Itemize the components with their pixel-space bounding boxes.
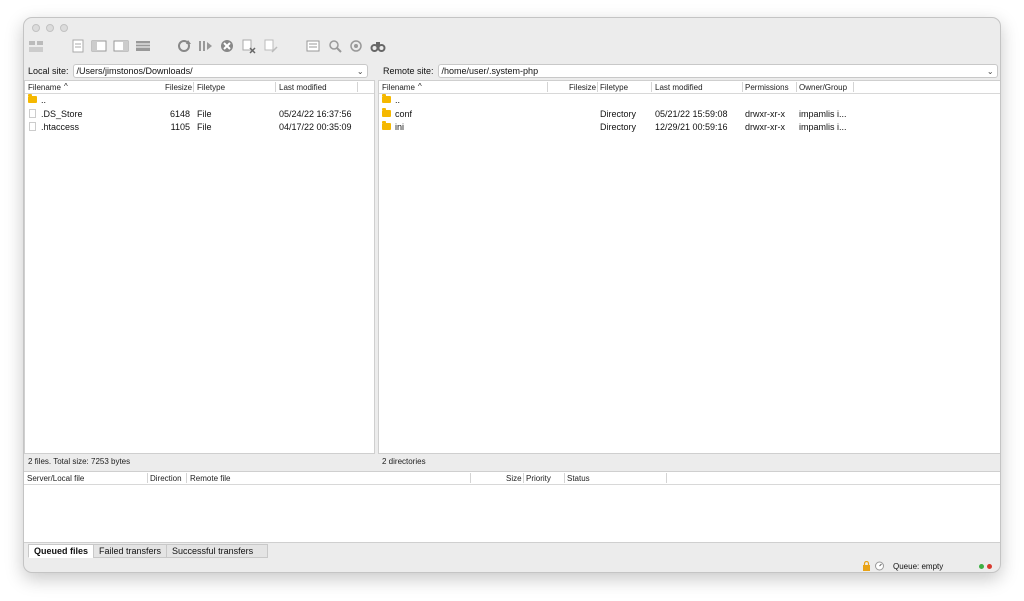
file-type: File	[197, 122, 212, 132]
col-last-modified[interactable]: Last modified	[279, 83, 327, 92]
process-queue-icon[interactable]	[197, 38, 213, 54]
col-server-local-file[interactable]: Server/Local file	[27, 474, 84, 483]
col-permissions[interactable]: Permissions	[745, 83, 789, 92]
lock-icon	[863, 561, 870, 571]
queue-status: Queue: empty	[893, 562, 944, 571]
file-modified: 04/17/22 00:35:09	[279, 122, 352, 132]
tab-failed-transfers[interactable]: Failed transfers	[93, 544, 168, 558]
remote-path-value: /home/user/.system-php	[441, 66, 539, 76]
sort-ascending-icon: ^	[418, 82, 422, 91]
queue-tabs: Queued files Failed transfers Successful…	[28, 544, 269, 558]
remote-site-bar: Remote site: /home/user/.system-php ⌄	[383, 62, 999, 80]
col-last-modified[interactable]: Last modified	[655, 83, 703, 92]
toggle-local-tree-icon[interactable]	[91, 38, 107, 54]
list-item[interactable]: ..	[25, 94, 374, 108]
col-status[interactable]: Status	[567, 474, 590, 483]
zoom-window-button[interactable]	[60, 24, 68, 32]
file-name: .htaccess	[41, 122, 80, 132]
folder-icon	[382, 107, 391, 117]
tab-queued-files[interactable]: Queued files	[28, 544, 95, 558]
col-filename[interactable]: Filename	[28, 83, 61, 92]
local-path-value: /Users/jimstonos/Downloads/	[76, 66, 193, 76]
file-modified: 05/21/22 15:59:08	[655, 108, 728, 119]
local-site-bar: Local site: /Users/jimstonos/Downloads/ …	[28, 62, 374, 80]
remote-site-label: Remote site:	[383, 66, 434, 76]
list-item[interactable]: ..	[379, 94, 1000, 108]
minimize-window-button[interactable]	[46, 24, 54, 32]
remote-status: 2 directories	[382, 457, 426, 466]
list-item[interactable]: conf Directory 05/21/22 15:59:08 drwxr-x…	[379, 107, 1000, 122]
folder-icon	[382, 94, 391, 103]
file-type: File	[197, 108, 212, 119]
window-controls	[32, 24, 68, 32]
tab-successful-transfers[interactable]: Successful transfers	[166, 544, 269, 558]
file-name: conf	[395, 108, 413, 119]
list-item[interactable]: .DS_Store 6148 File 05/24/22 16:37:56	[25, 108, 374, 122]
file-name: ini	[395, 122, 405, 132]
file-permissions: drwxr-xr-x	[745, 122, 785, 132]
toggle-queue-icon[interactable]	[135, 38, 151, 54]
directory-compare-icon[interactable]	[327, 38, 343, 54]
disconnect-icon[interactable]	[241, 38, 257, 54]
col-filesize[interactable]: Filesize	[165, 83, 192, 92]
file-icon	[29, 108, 36, 118]
file-size: 6148	[169, 108, 190, 119]
remote-list-header: Filename ^ Filesize Filetype Last modifi…	[379, 81, 1000, 94]
refresh-icon[interactable]	[176, 38, 192, 54]
local-path-combo[interactable]: /Users/jimstonos/Downloads/ ⌄	[72, 64, 368, 78]
transfer-queue: Server/Local file Direction Remote file …	[24, 471, 1000, 543]
col-owner-group[interactable]: Owner/Group	[799, 83, 847, 92]
local-list-header: Filename ^ Filesize Filetype Last modifi…	[25, 81, 374, 94]
sort-ascending-icon: ^	[64, 82, 68, 91]
reconnect-icon[interactable]	[263, 38, 279, 54]
col-direction[interactable]: Direction	[150, 474, 182, 483]
local-file-list: Filename ^ Filesize Filetype Last modifi…	[24, 80, 375, 454]
file-type: Directory	[600, 108, 637, 119]
folder-icon	[28, 94, 37, 103]
send-led-icon	[987, 564, 992, 569]
col-priority[interactable]: Priority	[526, 474, 551, 483]
file-name: ..	[395, 95, 401, 105]
folder-icon	[382, 121, 391, 130]
file-owner: impamlis i...	[799, 122, 847, 132]
status-bar: Queue: empty	[24, 559, 1000, 572]
chevron-down-icon: ⌄	[986, 66, 994, 76]
file-size: 1105	[170, 122, 190, 132]
list-item[interactable]: .htaccess 1105 File 04/17/22 00:35:09	[25, 121, 374, 135]
site-manager-icon[interactable]	[28, 38, 44, 54]
directory-listing-filters-icon[interactable]	[305, 38, 321, 54]
col-filesize[interactable]: Filesize	[569, 83, 596, 92]
app-window: Local site: /Users/jimstonos/Downloads/ …	[23, 17, 1001, 573]
chevron-down-icon: ⌄	[356, 66, 364, 76]
file-icon	[29, 122, 36, 131]
sync-browsing-icon[interactable]	[348, 38, 364, 54]
remote-file-list: Filename ^ Filesize Filetype Last modifi…	[378, 80, 1000, 454]
file-type: Directory	[600, 122, 637, 132]
file-name: .DS_Store	[41, 108, 83, 119]
file-name: ..	[41, 95, 47, 105]
col-filetype[interactable]: Filetype	[600, 83, 628, 92]
toolbar	[24, 36, 1000, 60]
list-item[interactable]: ini Directory 12/29/21 00:59:16 drwxr-xr…	[379, 121, 1000, 135]
col-remote-file[interactable]: Remote file	[190, 474, 230, 483]
file-modified: 12/29/21 00:59:16	[655, 122, 728, 132]
toggle-message-log-icon[interactable]	[70, 38, 86, 54]
col-filetype[interactable]: Filetype	[197, 83, 225, 92]
speed-limit-icon[interactable]	[875, 561, 884, 571]
close-window-button[interactable]	[32, 24, 40, 32]
local-site-label: Local site:	[28, 66, 69, 76]
receive-led-icon	[979, 564, 984, 569]
cancel-operation-icon[interactable]	[219, 38, 235, 54]
toggle-remote-tree-icon[interactable]	[113, 38, 129, 54]
col-size[interactable]: Size	[506, 474, 522, 483]
remote-path-combo[interactable]: /home/user/.system-php ⌄	[437, 64, 998, 78]
local-status: 2 files. Total size: 7253 bytes	[28, 457, 131, 466]
col-filename[interactable]: Filename	[382, 83, 415, 92]
file-owner: impamlis i...	[799, 108, 847, 119]
queue-header: Server/Local file Direction Remote file …	[24, 472, 1000, 485]
search-files-icon[interactable]	[370, 38, 386, 54]
file-modified: 05/24/22 16:37:56	[279, 108, 352, 119]
file-permissions: drwxr-xr-x	[745, 108, 785, 119]
